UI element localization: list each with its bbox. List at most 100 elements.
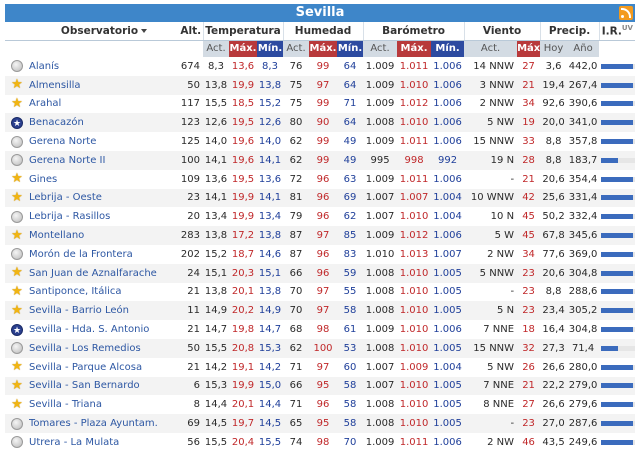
baro-min: 1.006 <box>431 57 465 76</box>
temp-act: 15,1 <box>203 263 229 283</box>
temp-act: 14,7 <box>203 320 229 339</box>
station-link[interactable]: Sevilla - Triana <box>29 395 179 415</box>
station-link[interactable]: Santiponce, Itálica <box>29 282 179 302</box>
station-alt: 21 <box>179 357 203 377</box>
hum-min: 58 <box>337 376 364 396</box>
station-alt: 50 <box>179 338 203 358</box>
station-link[interactable]: Gines <box>29 169 179 189</box>
table-row: ★ Gines 109 13,6 19,5 13,6 72 96 63 1.009 1.011 1.0… <box>5 169 636 189</box>
station-link[interactable]: Sevilla - Hda. S. Antonio <box>29 320 179 339</box>
star-icon: ★ <box>11 227 23 243</box>
hum-max: 97 <box>309 282 337 302</box>
sub-t-act[interactable]: Act. <box>203 40 229 57</box>
station-link[interactable]: Alanís <box>29 57 179 76</box>
temp-act: 14,4 <box>203 395 229 415</box>
sub-w-max[interactable]: Máx. <box>517 40 541 57</box>
sub-b-max[interactable]: Máx. <box>397 40 432 57</box>
sub-h-act[interactable]: Act. <box>283 40 309 57</box>
wind-max: 21 <box>517 75 541 95</box>
table-row: ★ Almensilla 50 13,8 19,9 13,8 75 97 64 1.009 1.01… <box>5 75 636 95</box>
precip-ano: 390,6 <box>567 94 600 114</box>
sub-t-min[interactable]: Mín. <box>257 40 283 57</box>
hum-max: 97 <box>309 75 337 95</box>
baro-act: 1.008 <box>363 263 398 283</box>
station-link[interactable]: Sevilla - Barrio León <box>29 301 179 321</box>
baro-act: 1.008 <box>363 395 398 415</box>
temp-max: 20,2 <box>229 301 257 321</box>
hum-act: 74 <box>283 432 309 452</box>
station-alt: 56 <box>179 432 203 452</box>
sub-t-max[interactable]: Máx. <box>229 40 257 57</box>
precip-ano: 332,4 <box>567 207 600 227</box>
sub-w-act[interactable]: Act. <box>464 40 518 57</box>
temp-min: 13,8 <box>257 75 283 95</box>
station-link[interactable]: Lebrija - Oeste <box>29 188 179 208</box>
wind-act: 15 NNW <box>464 338 518 358</box>
sub-b-act[interactable]: Act. <box>363 40 398 57</box>
station-link[interactable]: Sevilla - Los Remedios <box>29 338 179 358</box>
precip-hoy: 19,4 <box>540 75 568 95</box>
station-link[interactable]: Benacazón <box>29 113 179 133</box>
sub-b-min[interactable]: Mín. <box>431 40 465 57</box>
ir-bar <box>601 289 636 295</box>
station-link[interactable]: Almensilla <box>29 75 179 95</box>
ir-bar-fill <box>601 82 634 88</box>
wind-act: 10 WNW <box>464 188 518 208</box>
rss-icon[interactable] <box>619 6 633 20</box>
baro-min: 1.006 <box>431 432 465 452</box>
station-link[interactable]: San Juan de Aznalfarache <box>29 263 179 283</box>
temp-min: 14,0 <box>257 132 283 151</box>
hum-act: 72 <box>283 169 309 189</box>
gray-circle-icon <box>11 154 23 167</box>
station-link[interactable]: Arahal <box>29 94 179 114</box>
precip-hoy: 27,0 <box>540 414 568 433</box>
baro-min: 1.006 <box>431 169 465 189</box>
station-link[interactable]: Gerena Norte II <box>29 150 179 170</box>
wind-max: 23 <box>517 414 541 433</box>
precip-ano: 288,6 <box>567 282 600 302</box>
header-alt[interactable]: Alt. <box>179 22 203 41</box>
sub-p-ano[interactable]: Año <box>567 40 600 57</box>
station-link[interactable]: Morón de la Frontera <box>29 244 179 264</box>
temp-act: 13,8 <box>203 226 229 245</box>
station-alt: 117 <box>179 94 203 114</box>
baro-act: 995 <box>363 150 398 170</box>
station-alt: 125 <box>179 132 203 151</box>
sub-h-min[interactable]: Mín. <box>337 40 364 57</box>
station-alt: 11 <box>179 301 203 321</box>
sub-h-max[interactable]: Máx. <box>309 40 337 57</box>
station-link[interactable]: Montellano <box>29 226 179 245</box>
ir-bar-fill <box>601 214 634 220</box>
hum-max: 96 <box>309 188 337 208</box>
baro-max: 1.011 <box>397 132 432 151</box>
wind-max: 46 <box>517 432 541 452</box>
hum-act: 75 <box>283 75 309 95</box>
temp-max: 19,6 <box>229 132 257 151</box>
header-observatorio[interactable]: Observatorio <box>29 22 179 41</box>
header-ir-sup: UV <box>621 24 633 32</box>
table-row: Lebrija - Rasillos 20 13,4 19,9 13,4 79 96 62 1.… <box>5 207 636 227</box>
station-link[interactable]: Lebrija - Rasillos <box>29 207 179 227</box>
baro-max: 1.010 <box>397 338 432 358</box>
sub-p-hoy[interactable]: Hoy <box>540 40 568 57</box>
station-link[interactable]: Utrera - La Mulata <box>29 432 179 452</box>
temp-max: 19,7 <box>229 414 257 433</box>
temp-min: 15,2 <box>257 94 283 114</box>
temp-min: 13,6 <box>257 169 283 189</box>
station-link[interactable]: Tomares - Plaza Ayuntam. <box>29 414 179 433</box>
gray-circle-icon <box>11 436 23 449</box>
baro-act: 1.007 <box>363 207 398 227</box>
ir-bar-fill <box>601 270 634 276</box>
station-link[interactable]: Gerena Norte <box>29 132 179 151</box>
baro-act: 1.009 <box>363 320 398 339</box>
station-alt: 202 <box>179 244 203 264</box>
baro-min: 1.006 <box>431 132 465 151</box>
baro-max: 1.007 <box>397 188 432 208</box>
hum-min: 53 <box>337 338 364 358</box>
hum-min: 55 <box>337 282 364 302</box>
station-link[interactable]: Sevilla - Parque Alcosa <box>29 357 179 377</box>
header-ir[interactable]: I.R.UV <box>598 22 636 41</box>
hum-min: 62 <box>337 207 364 227</box>
station-link[interactable]: Sevilla - San Bernardo <box>29 376 179 396</box>
gray-circle-icon <box>11 60 23 73</box>
